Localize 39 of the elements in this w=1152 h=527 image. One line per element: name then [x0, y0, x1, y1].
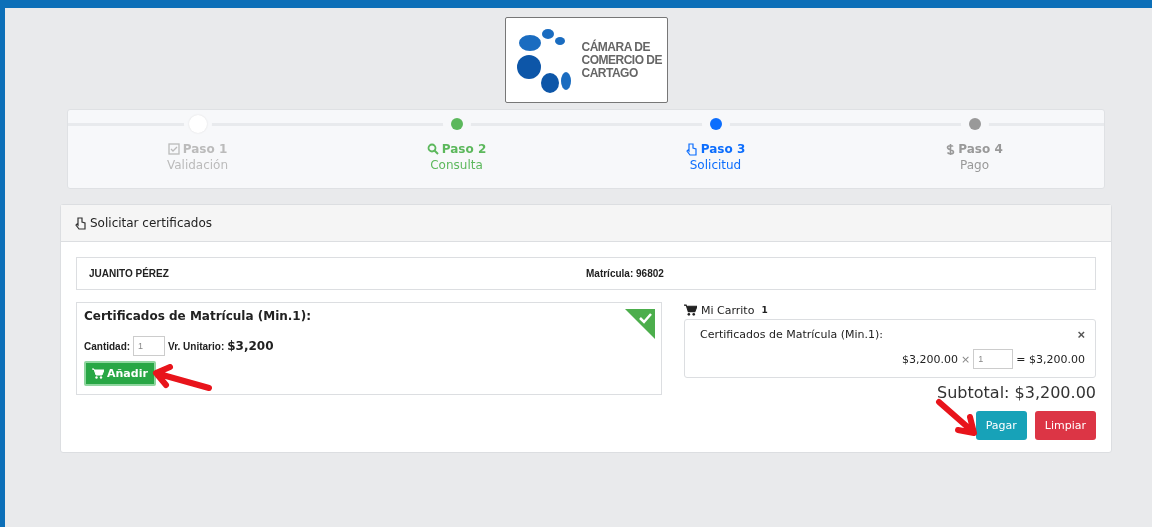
cart-item-name: Certificados de Matrícula (Min.1): — [700, 328, 883, 341]
step-subtitle: Validación — [166, 158, 229, 172]
checkbox-icon — [167, 143, 180, 155]
step-title[interactable]: Paso 4 — [946, 142, 1003, 156]
logo-text: CÁMARA DE — [581, 40, 651, 54]
subtotal-text: Subtotal: $3,200.00 — [937, 383, 1096, 402]
unit-price-label: Vr. Unitario: — [168, 340, 225, 352]
annotation-arrow — [151, 364, 213, 394]
annotation-arrow — [935, 398, 979, 438]
cart-icon — [684, 304, 697, 316]
unit-price: $3,200 — [227, 339, 274, 353]
step-subtitle: Solicitud — [689, 158, 742, 172]
cart-item-total: = $3,200.00 — [1016, 352, 1085, 366]
pay-button[interactable]: Pagar — [975, 411, 1027, 440]
cart-quantity-input[interactable]: 1 — [973, 349, 1014, 369]
times-sign: × — [961, 352, 971, 366]
logo-text: COMERCIO DE — [581, 53, 662, 67]
product-title: Certificados de Matrícula (Min.1): — [84, 309, 311, 323]
search-icon — [426, 143, 439, 155]
step-subtitle: Consulta — [430, 158, 483, 172]
dollar-icon — [946, 142, 956, 156]
cart-count: 1 — [761, 305, 768, 315]
step-title[interactable]: Paso 2 — [426, 142, 487, 156]
person-name: JUANITO PÉREZ — [89, 268, 170, 279]
panel-title: Solicitar certificados — [90, 216, 213, 230]
step-title[interactable]: Paso 3 — [685, 142, 746, 156]
logo-text: CARTAGO — [581, 66, 639, 80]
add-button[interactable]: Añadir — [84, 361, 156, 386]
pointing-hand-icon — [685, 142, 698, 156]
cart-icon — [92, 368, 104, 379]
step-subtitle: Pago — [960, 158, 989, 172]
cart-title: Mi Carrito — [701, 303, 755, 317]
clear-button[interactable]: Limpiar — [1034, 411, 1096, 440]
quantity-label: Cantidad: — [84, 340, 131, 352]
cart-item-price: $3,200.00 — [902, 352, 959, 366]
pointing-hand-icon — [75, 216, 87, 230]
close-button[interactable]: × — [1077, 328, 1085, 341]
quantity-input[interactable]: 1 — [133, 336, 166, 356]
matricula-text: Matrícula: 96802 — [586, 268, 665, 279]
